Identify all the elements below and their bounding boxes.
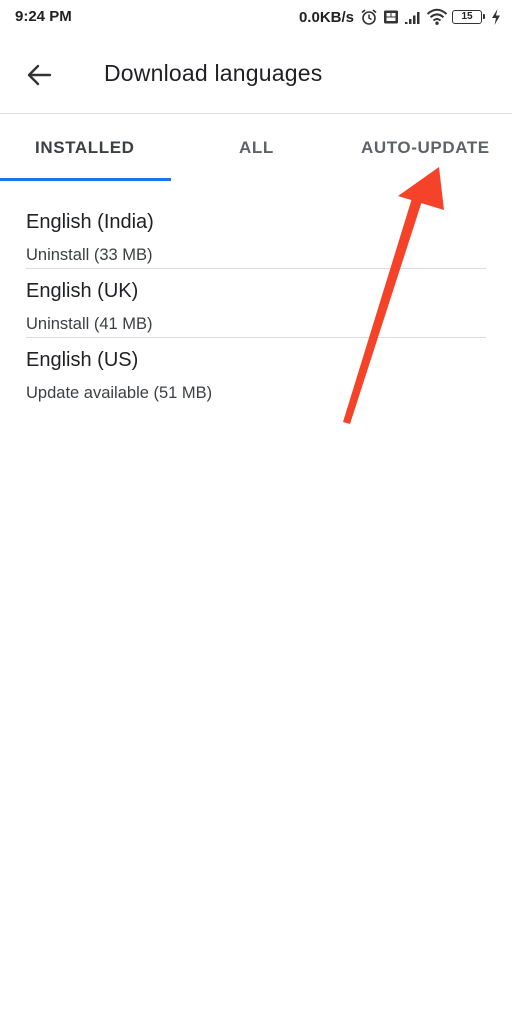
- battery-icon: 15: [452, 10, 485, 24]
- language-status: Uninstall (41 MB): [26, 315, 153, 333]
- network-speed: 0.0KB/s: [298, 8, 354, 26]
- list-item[interactable]: English (India) Uninstall (33 MB): [0, 200, 512, 269]
- tab-installed[interactable]: INSTALLED: [35, 138, 135, 158]
- status-icons: 0.0KB/s 15: [299, 6, 502, 28]
- list-item[interactable]: English (UK) Uninstall (41 MB): [0, 269, 512, 338]
- back-button[interactable]: [24, 61, 54, 89]
- tab-auto-update[interactable]: AUTO-UPDATE: [361, 138, 490, 158]
- signal-icon: [405, 12, 420, 24]
- alarm-icon: [361, 9, 377, 25]
- battery-level: 15: [461, 11, 473, 22]
- language-name: English (India): [26, 211, 154, 233]
- page-title: Download languages: [104, 60, 323, 86]
- tab-bar: INSTALLED ALL AUTO-UPDATE: [0, 114, 512, 182]
- language-name: English (UK): [26, 280, 139, 302]
- status-time: 9:24 PM: [15, 8, 72, 25]
- wifi-icon: [426, 8, 448, 25]
- app-bar: Download languages: [0, 36, 512, 114]
- arrow-back-icon: [27, 64, 52, 86]
- language-list: English (India) Uninstall (33 MB) Englis…: [0, 200, 512, 407]
- list-item[interactable]: English (US) Update available (51 MB): [0, 338, 512, 407]
- tab-indicator: [0, 178, 171, 181]
- language-name: English (US): [26, 349, 139, 371]
- charging-icon: [492, 9, 500, 25]
- tab-all[interactable]: ALL: [239, 138, 274, 158]
- language-status: Uninstall (33 MB): [26, 246, 153, 264]
- sim-icon: [384, 10, 398, 24]
- status-bar: 9:24 PM 0.0KB/s 15: [0, 0, 512, 36]
- language-status: Update available (51 MB): [26, 384, 213, 402]
